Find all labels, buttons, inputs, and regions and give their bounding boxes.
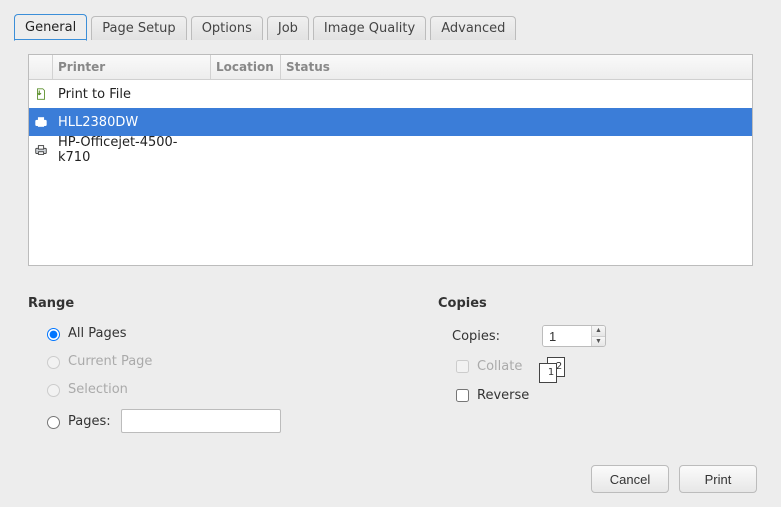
range-all[interactable]: All Pages [42,325,438,341]
tab-image-quality[interactable]: Image Quality [313,16,426,40]
printer-col-location[interactable]: Location [211,55,281,79]
range-selection: Selection [42,381,438,397]
printer-name: Print to File [53,87,211,102]
collate-checkbox [456,360,469,373]
copies-count-label: Copies: [452,329,542,344]
printer-row[interactable]: HP-Officejet-4500-k710 [29,136,752,164]
range-title: Range [28,296,438,311]
copies-spin-down[interactable]: ▼ [592,337,605,347]
tab-page-setup[interactable]: Page Setup [91,16,186,40]
range-pages-input[interactable] [121,409,281,433]
printer-col-icon[interactable] [29,55,53,79]
printer-table-header: Printer Location Status [29,55,752,80]
range-current: Current Page [42,353,438,369]
printer-table: Printer Location Status Print to File [28,54,753,266]
tab-content-general: Printer Location Status Print to File [14,40,767,459]
printer-icon [29,114,53,130]
reverse-label: Reverse [477,388,529,403]
range-current-radio [47,356,60,369]
tabs-bar: General Page Setup Options Job Image Qua… [14,14,767,40]
range-pages-radio[interactable] [47,416,60,429]
collate-illustration-icon: 2 1 [539,357,569,385]
copies-title: Copies [438,296,753,311]
reverse-checkbox[interactable] [456,389,469,402]
printer-table-body: Print to File HLL2380DW HP-Off [29,80,752,164]
print-dialog: General Page Setup Options Job Image Qua… [0,0,781,507]
range-pages[interactable]: Pages: [42,409,438,433]
printer-name: HP-Officejet-4500-k710 [53,135,211,164]
print-to-file-icon [29,86,53,102]
dialog-buttons: Cancel Print [14,459,767,499]
printer-name: HLL2380DW [53,115,211,130]
printer-col-status[interactable]: Status [281,55,752,79]
copies-spin-up[interactable]: ▲ [592,326,605,337]
cancel-button[interactable]: Cancel [591,465,669,493]
printer-row[interactable]: Print to File [29,80,752,108]
copies-count-row: Copies: ▲ ▼ [452,325,753,347]
copies-spinbox[interactable]: ▲ ▼ [542,325,606,347]
printer-col-printer[interactable]: Printer [53,55,211,79]
tab-options[interactable]: Options [191,16,263,40]
range-all-radio[interactable] [47,328,60,341]
tab-job[interactable]: Job [267,16,309,40]
tab-advanced[interactable]: Advanced [430,16,516,40]
range-selection-radio [47,384,60,397]
lower-panel: Range All Pages Current Page Selection P… [28,296,753,445]
range-pages-label: Pages: [68,414,111,429]
print-button[interactable]: Print [679,465,757,493]
range-group: Range All Pages Current Page Selection P… [28,296,438,445]
copies-group: Copies Copies: ▲ ▼ [438,296,753,445]
printer-icon [29,142,53,158]
range-all-label: All Pages [68,326,127,341]
printer-row[interactable]: HLL2380DW [29,108,752,136]
collate-label: Collate [477,359,522,374]
range-selection-label: Selection [68,382,128,397]
range-current-label: Current Page [68,354,152,369]
tab-general[interactable]: General [14,14,87,41]
copies-count-input[interactable] [543,326,591,346]
